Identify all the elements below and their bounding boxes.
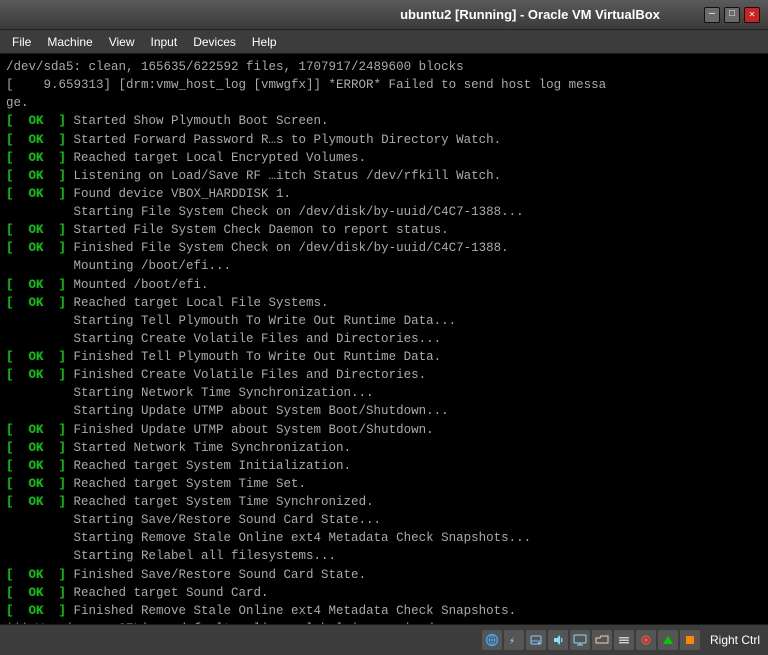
terminal-line: /dev/sda5: clean, 165635/622592 files, 1… — [6, 58, 762, 76]
terminal-line: Starting Network Time Synchronization... — [6, 384, 762, 402]
menu-item-view[interactable]: View — [101, 33, 143, 51]
terminal-line: Starting Create Volatile Files and Direc… — [6, 330, 762, 348]
terminal-output: /dev/sda5: clean, 165635/622592 files, 1… — [0, 54, 768, 624]
terminal-line: [ OK ] Listening on Load/Save RF …itch S… — [6, 167, 762, 185]
speed-icon[interactable] — [658, 630, 678, 650]
terminal-line: Starting Save/Restore Sound Card State..… — [6, 511, 762, 529]
terminal-line: [ OK ] Reached target System Time Synchr… — [6, 493, 762, 511]
network-icon[interactable] — [482, 630, 502, 650]
terminal-line: [ OK ] Reached target Local File Systems… — [6, 294, 762, 312]
terminal-line: [ OK ] Mounted /boot/efi. — [6, 276, 762, 294]
terminal-line: [ OK ] Finished Save/Restore Sound Card … — [6, 566, 762, 584]
menu-bar: FileMachineViewInputDevicesHelp — [0, 30, 768, 54]
terminal-line: Starting Remove Stale Online ext4 Metada… — [6, 529, 762, 547]
audio-icon[interactable] — [548, 630, 568, 650]
stop-icon[interactable] — [680, 630, 700, 650]
terminal-line: [ OK ] Reached target System Initializat… — [6, 457, 762, 475]
screen-icon[interactable] — [570, 630, 590, 650]
terminal-line: [ OK ] Started File System Check Daemon … — [6, 221, 762, 239]
record-icon[interactable] — [636, 630, 656, 650]
shared-folders-icon[interactable] — [592, 630, 612, 650]
terminal-line: Starting Tell Plymouth To Write Out Runt… — [6, 312, 762, 330]
close-button[interactable]: ✕ — [744, 7, 760, 23]
terminal-line: Starting Relabel all filesystems... — [6, 547, 762, 565]
window-title: ubuntu2 [Running] - Oracle VM VirtualBox — [356, 7, 704, 22]
status-icons: ⚡ — [482, 630, 700, 650]
menu-item-machine[interactable]: Machine — [39, 33, 100, 51]
usb-icon[interactable]: ⚡ — [504, 630, 524, 650]
terminal-line: Starting Update UTMP about System Boot/S… — [6, 402, 762, 420]
menu-item-help[interactable]: Help — [244, 33, 285, 51]
status-bar: ⚡ — [0, 624, 768, 655]
menu-item-input[interactable]: Input — [143, 33, 186, 51]
title-bar: ubuntu2 [Running] - Oracle VM VirtualBox… — [0, 0, 768, 30]
terminal-line: [ OK ] Reached target Local Encrypted Vo… — [6, 149, 762, 167]
terminal-line: ge. — [6, 94, 762, 112]
right-ctrl-label: Right Ctrl — [710, 633, 760, 647]
maximize-button[interactable]: □ — [724, 7, 740, 23]
svg-text:⚡: ⚡ — [509, 637, 515, 647]
terminal-line: [ OK ] Finished Update UTMP about System… — [6, 421, 762, 439]
terminal-line: [ OK ] Finished Create Volatile Files an… — [6, 366, 762, 384]
terminal-line: [ OK ] Finished Remove Stale Online ext4… — [6, 602, 762, 620]
terminal-line: [ OK ] Started Network Time Synchronizat… — [6, 439, 762, 457]
terminal-line: [ OK ] Reached target System Time Set. — [6, 475, 762, 493]
terminal-line: Mounting /boot/efi... — [6, 257, 762, 275]
terminal-line: [ OK ] Reached target Sound Card. — [6, 584, 762, 602]
disk-icon[interactable] — [526, 630, 546, 650]
terminal-line: [ OK ] Started Forward Password R…s to P… — [6, 131, 762, 149]
menu-item-devices[interactable]: Devices — [185, 33, 244, 51]
menu-item-file[interactable]: File — [4, 33, 39, 51]
minimize-button[interactable]: — — [704, 7, 720, 23]
window-controls: — □ ✕ — [704, 7, 760, 23]
settings-icon[interactable] — [614, 630, 634, 650]
terminal-line: [ OK ] Finished Tell Plymouth To Write O… — [6, 348, 762, 366]
terminal-line: [ OK ] Found device VBOX_HARDDISK 1. — [6, 185, 762, 203]
terminal-line: [ OK ] Started Show Plymouth Boot Screen… — [6, 112, 762, 130]
terminal-line: [ OK ] Finished File System Check on /de… — [6, 239, 762, 257]
terminal-line: Starting File System Check on /dev/disk/… — [6, 203, 762, 221]
terminal-line: [ 9.659313] [drm:vmw_host_log [vmwgfx]] … — [6, 76, 762, 94]
